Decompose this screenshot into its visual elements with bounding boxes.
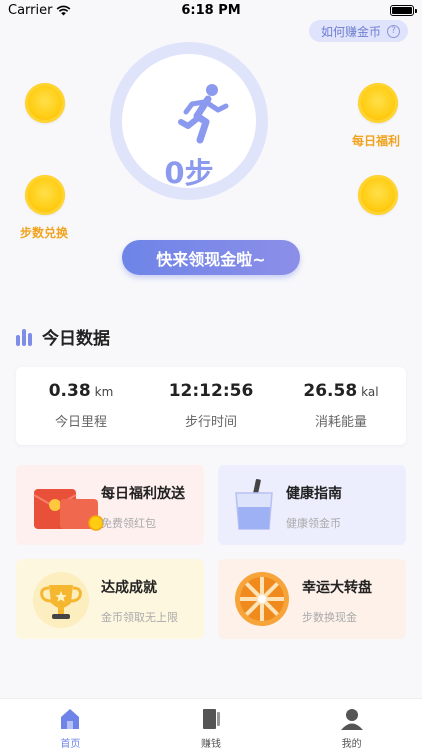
feature-achievements-subtitle: 金币领取无上限 — [101, 611, 178, 624]
coin-step-exchange-icon[interactable] — [25, 175, 65, 215]
step-exchange-label[interactable]: 步数兑换 — [20, 224, 68, 241]
feature-health-guide-subtitle: 健康领金币 — [286, 517, 341, 530]
runner-icon — [178, 84, 229, 144]
stat-distance-label: 今日里程 — [54, 415, 107, 430]
feature-daily-welfare-title: 每日福利放送 — [101, 486, 185, 502]
feature-daily-welfare-subtitle: 免费领红包 — [101, 517, 156, 530]
collect-cash-button[interactable]: 快来领现金啦~ — [122, 240, 300, 275]
stat-walk-time: 12:12:56 步行时间 — [146, 367, 276, 445]
tab-earn[interactable]: 赚钱 — [141, 699, 282, 750]
step-count: 0步 — [164, 156, 214, 190]
today-stats-card: 0.38 km 今日里程 12:12:56 步行时间 26.58 kal 消耗能量 — [16, 367, 406, 445]
stat-energy-label: 消耗能量 — [314, 415, 367, 430]
stat-distance-unit: km — [94, 385, 114, 399]
feature-lucky-wheel[interactable]: 幸运大转盘 步数换现金 — [218, 559, 406, 639]
feature-achievements-title: 达成成就 — [101, 580, 157, 596]
battery-icon — [390, 5, 417, 16]
stat-distance-value: 0.38 — [48, 381, 91, 401]
stat-energy-unit: kal — [361, 385, 379, 399]
daily-welfare-label[interactable]: 每日福利 — [352, 132, 400, 149]
help-icon: ? — [387, 24, 400, 38]
coin-top-left-icon[interactable] — [25, 83, 65, 123]
step-counter-ring[interactable]: 0步 — [110, 42, 268, 200]
tab-mine[interactable]: 我的 — [281, 699, 422, 750]
stat-energy: 26.58 kal 消耗能量 — [276, 367, 406, 445]
feature-daily-welfare[interactable]: 每日福利放送 免费领红包 — [16, 465, 204, 545]
stat-walk-time-label: 步行时间 — [184, 415, 237, 430]
wallet-icon — [203, 709, 220, 729]
trophy-icon — [33, 572, 89, 628]
how-to-earn-button[interactable]: 如何赚金币 ? — [308, 20, 408, 42]
status-bar: Carrier 6:18 PM — [0, 0, 422, 22]
stat-distance: 0.38 km 今日里程 — [16, 367, 146, 445]
today-data-header: 今日数据 — [16, 324, 110, 349]
feature-health-guide-title: 健康指南 — [286, 486, 342, 502]
how-to-earn-label: 如何赚金币 — [320, 24, 381, 39]
red-envelope-icon — [33, 489, 104, 531]
coin-daily-welfare-icon[interactable] — [358, 83, 398, 123]
today-data-title: 今日数据 — [42, 329, 110, 349]
feature-achievements[interactable]: 达成成就 金币领取无上限 — [16, 559, 204, 639]
feature-health-guide[interactable]: 健康指南 健康领金币 — [218, 465, 406, 545]
coin-bottom-right-icon[interactable] — [358, 175, 398, 215]
lucky-wheel-icon — [235, 572, 289, 626]
status-time: 6:18 PM — [181, 3, 241, 18]
feature-lucky-wheel-title: 幸运大转盘 — [302, 580, 372, 596]
tab-home[interactable]: 首页 — [0, 699, 141, 750]
tab-home-label: 首页 — [60, 739, 81, 750]
tab-bar: 首页 赚钱 我的 — [0, 698, 422, 750]
stat-walk-time-value: 12:12:56 — [168, 381, 254, 401]
tab-earn-label: 赚钱 — [201, 739, 221, 750]
bar-chart-icon — [16, 328, 32, 346]
home-icon — [61, 709, 80, 729]
tab-mine-label: 我的 — [341, 739, 362, 750]
profile-icon — [340, 709, 363, 730]
stat-energy-value: 26.58 — [303, 381, 358, 401]
drink-cup-icon — [235, 478, 273, 530]
feature-lucky-wheel-subtitle: 步数换现金 — [302, 611, 357, 624]
